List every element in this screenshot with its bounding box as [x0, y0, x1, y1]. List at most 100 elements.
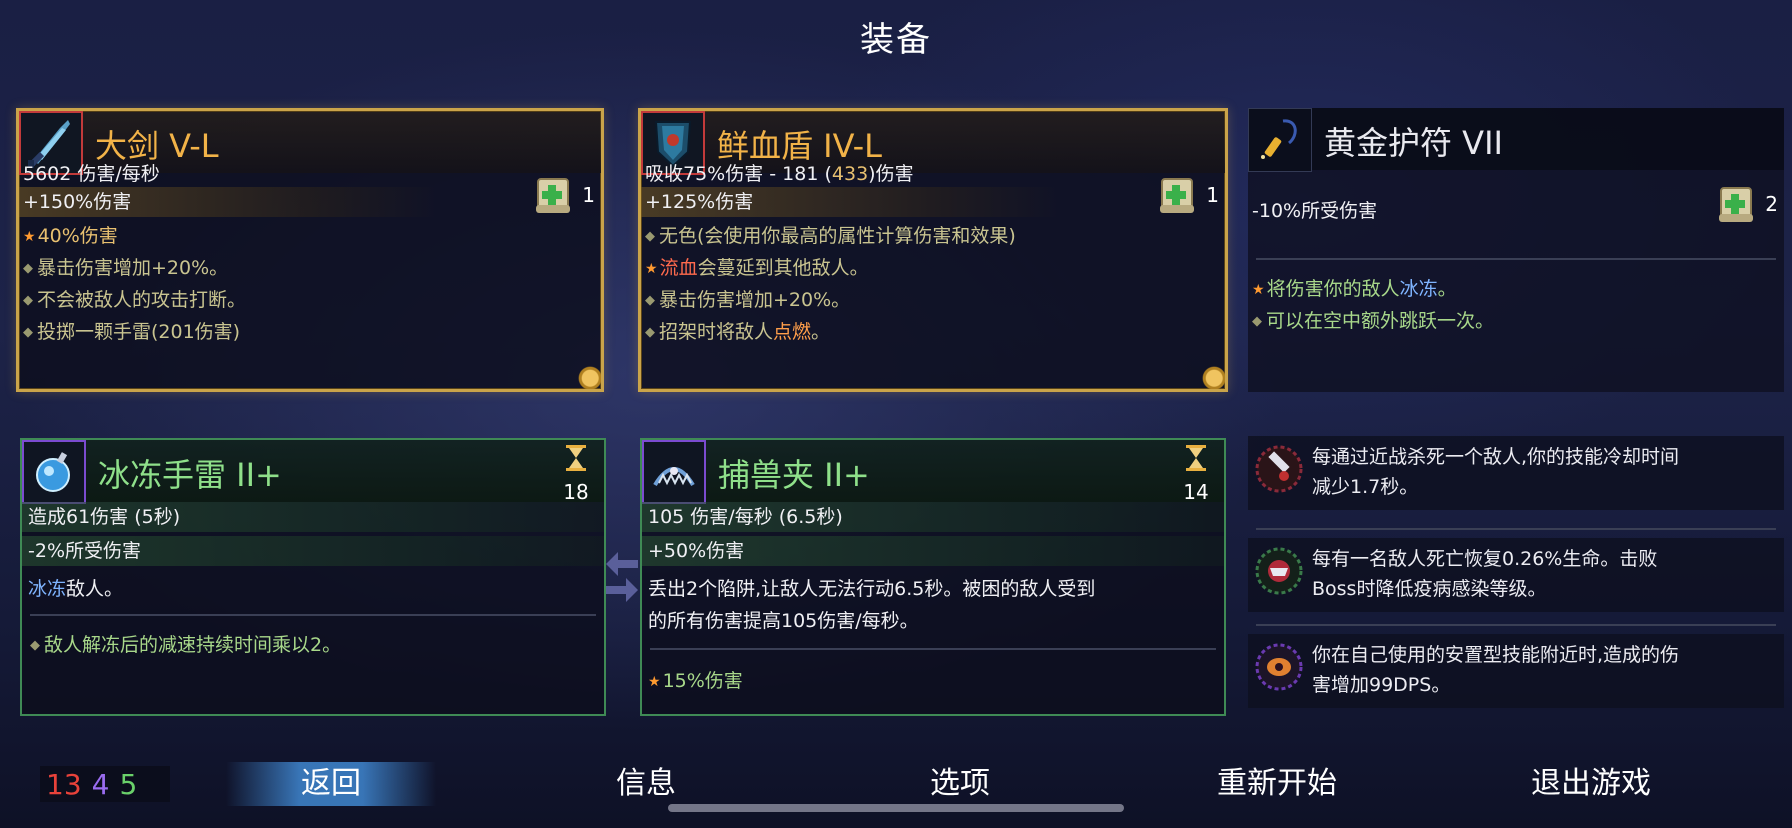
legendary-corner-ornament — [565, 353, 601, 389]
cooldown-indicator: 14 — [1174, 444, 1218, 504]
upgrade-scroll-icon — [1719, 187, 1754, 222]
hourglass-icon — [566, 445, 586, 471]
dps-line: 5602 伤害/每秒 — [23, 163, 160, 185]
absorb-value: 433 — [831, 163, 869, 185]
affix-line: ◆ 可以在空中额外跳跃一次。 — [1252, 306, 1494, 333]
affix-suffix: 。 — [811, 321, 831, 343]
affix-text: 投掷一颗手雷(201伤害) — [37, 321, 241, 343]
bonus-text: +50%伤害 — [648, 540, 745, 562]
affix-line: ◆ 招架时将敌人点燃。 — [645, 317, 830, 344]
options-button[interactable]: 选项 — [880, 762, 1040, 806]
amulet-card[interactable]: 黄金护符 VII 2 -10%所受伤害 ★ 将伤害你的敌人冰冻。 ◆ 可以在空中额外… — [1248, 108, 1784, 392]
star-text: 将伤害你的敌人 — [1266, 278, 1400, 300]
star-affix: ★ 将伤害你的敌人冰冻。 — [1252, 274, 1457, 301]
perk-text-line: 你在自己使用的安置型技能附近时,造成的伤 — [1312, 644, 1680, 666]
tactics-count: 4 — [91, 767, 110, 801]
star-text: 15%伤害 — [662, 670, 743, 692]
affix-text: 招架时将敌人 — [659, 321, 774, 343]
melee-cooldown-mutation-icon — [1255, 445, 1303, 493]
quit-button[interactable]: 退出游戏 — [1500, 762, 1682, 806]
perk-text-line: 每通过近战杀死一个敌人,你的技能冷却时间 — [1312, 446, 1680, 468]
star-text: 40%伤害 — [37, 225, 118, 247]
bonus-line: +150%伤害 — [19, 187, 439, 217]
dps-text: 105 伤害/每秒 (6.5秒) — [648, 506, 843, 528]
back-button[interactable]: 返回 — [226, 762, 436, 806]
scroll-count: 1 — [1206, 183, 1219, 207]
absorb-line: 吸收75%伤害 - 181 (433)伤害 — [645, 159, 914, 186]
affix-text: 敌人解冻后的减速持续时间乘以2。 — [44, 634, 342, 656]
star-affix: ★ 15%伤害 — [648, 666, 743, 693]
stat-line: -2%所受伤害 — [22, 536, 604, 566]
bonus-text: +150%伤害 — [23, 191, 132, 213]
star-icon: ★ — [1252, 282, 1265, 298]
info-button[interactable]: 信息 — [566, 762, 726, 806]
star-text: 会蔓延到其他敌人。 — [697, 257, 869, 279]
affix-line: ◆ 投掷一颗手雷(201伤害) — [23, 317, 240, 344]
perk-description: 你在自己使用的安置型技能附近时,造成的伤 害增加99DPS。 — [1312, 640, 1774, 700]
affix-line: ◆ 敌人解冻后的减速持续时间乘以2。 — [30, 630, 341, 657]
restart-button[interactable]: 重新开始 — [1186, 762, 1368, 806]
affix-line: ◆ 暴击伤害增加+20%。 — [23, 253, 228, 280]
item-name: 冰冻手雷 II+ — [98, 456, 282, 494]
description-line: 丢出2个陷阱,让敌人无法行动6.5秒。被困的敌人受到 — [648, 578, 1096, 600]
diamond-icon: ◆ — [645, 325, 655, 340]
dps-line: 105 伤害/每秒 (6.5秒) — [642, 502, 1224, 532]
diamond-icon: ◆ — [645, 293, 655, 308]
upgrade-scroll-icon — [536, 178, 571, 213]
scroll-stack: 2 — [1715, 182, 1778, 226]
skill-card-bear-trap[interactable]: 捕兽夹 II+ 14 105 伤害/每秒 (6.5秒) +50%伤害 丢出2个陷… — [640, 438, 1226, 716]
diamond-icon: ◆ — [645, 229, 655, 244]
star-icon: ★ — [648, 674, 661, 690]
star-icon: ★ — [23, 229, 36, 245]
scroll-count: 1 — [582, 183, 595, 207]
divider — [1256, 258, 1776, 260]
description-line: 冰冻敌人。 — [28, 574, 123, 601]
affix-line: ◆ 不会被敌人的攻击打断。 — [23, 285, 246, 312]
ignite-keyword: 点燃 — [773, 321, 812, 343]
mutation-perk[interactable]: 每通过近战杀死一个敌人,你的技能冷却时间 减少1.7秒。 — [1248, 436, 1784, 510]
divider — [1256, 528, 1776, 530]
scroll-stack: 1 — [1156, 173, 1219, 217]
scroll-stack: 1 — [532, 173, 595, 217]
affix-line: ◆ 无色(会使用你最高的属性计算伤害和效果) — [645, 221, 1016, 248]
perk-text-line: 减少1.7秒。 — [1312, 476, 1419, 498]
mutation-perk[interactable]: 你在自己使用的安置型技能附近时,造成的伤 害增加99DPS。 — [1248, 634, 1784, 708]
diamond-icon: ◆ — [1252, 314, 1262, 329]
weapon-card-greatsword[interactable]: 大剑 V-L 1 5602 伤害/每秒 +150%伤害 ★ 40%伤害 ◆ 暴击伤害… — [16, 108, 604, 392]
shield-card-bloodshield[interactable]: 鲜血盾 IV-L 1 吸收75%伤害 - 181 (433)伤害 +125%伤害… — [638, 108, 1228, 392]
description-text: 敌人。 — [66, 578, 124, 600]
perk-description: 每通过近战杀死一个敌人,你的技能冷却时间 减少1.7秒。 — [1312, 442, 1774, 502]
diamond-icon: ◆ — [23, 261, 33, 276]
swap-arrows-icon[interactable] — [604, 546, 640, 606]
star-affix: ★ 40%伤害 — [23, 221, 118, 248]
bonus-line: +50%伤害 — [642, 536, 1224, 566]
stat-text: -2%所受伤害 — [28, 540, 141, 562]
absorb-text: 吸收75%伤害 - 181 ( — [645, 163, 832, 185]
affix-text: 可以在空中额外跳跃一次。 — [1266, 310, 1495, 332]
brutality-count: 13 — [46, 767, 82, 801]
scroll-stats: 13 4 5 — [40, 766, 170, 802]
star-icon: ★ — [645, 261, 658, 277]
stat-line: -10%所受伤害 — [1252, 200, 1378, 222]
heal-on-kill-mutation-icon — [1255, 547, 1303, 595]
diamond-icon: ◆ — [30, 638, 40, 653]
divider — [30, 614, 596, 616]
affix-line: ◆ 暴击伤害增加+20%。 — [645, 285, 850, 312]
perk-description: 每有一名敌人死亡恢复0.26%生命。击败 Boss时降低疫病感染等级。 — [1312, 544, 1774, 604]
survival-count: 5 — [119, 767, 138, 801]
diamond-icon: ◆ — [23, 293, 33, 308]
scroll-count: 2 — [1765, 192, 1778, 216]
perk-text-line: Boss时降低疫病感染等级。 — [1312, 578, 1547, 600]
cooldown-indicator: 18 — [554, 444, 598, 504]
damage-text: 造成61伤害 (5秒) — [28, 506, 181, 528]
skill-card-ice-grenade[interactable]: 冰冻手雷 II+ 18 造成61伤害 (5秒) -2%所受伤害 冰冻敌人。 ◆ 敌… — [20, 438, 606, 716]
bonus-text: +125%伤害 — [645, 191, 754, 213]
mutation-perk[interactable]: 每有一名敌人死亡恢复0.26%生命。击败 Boss时降低疫病感染等级。 — [1248, 538, 1784, 612]
hourglass-icon — [1186, 445, 1206, 471]
home-indicator — [668, 804, 1124, 812]
star-affix: ★ 流血会蔓延到其他敌人。 — [645, 253, 869, 280]
affix-text: 暴击伤害增加+20%。 — [37, 257, 229, 279]
diamond-icon: ◆ — [23, 325, 33, 340]
ice-grenade-icon — [22, 440, 86, 504]
absorb-suffix: )伤害 — [868, 163, 914, 185]
